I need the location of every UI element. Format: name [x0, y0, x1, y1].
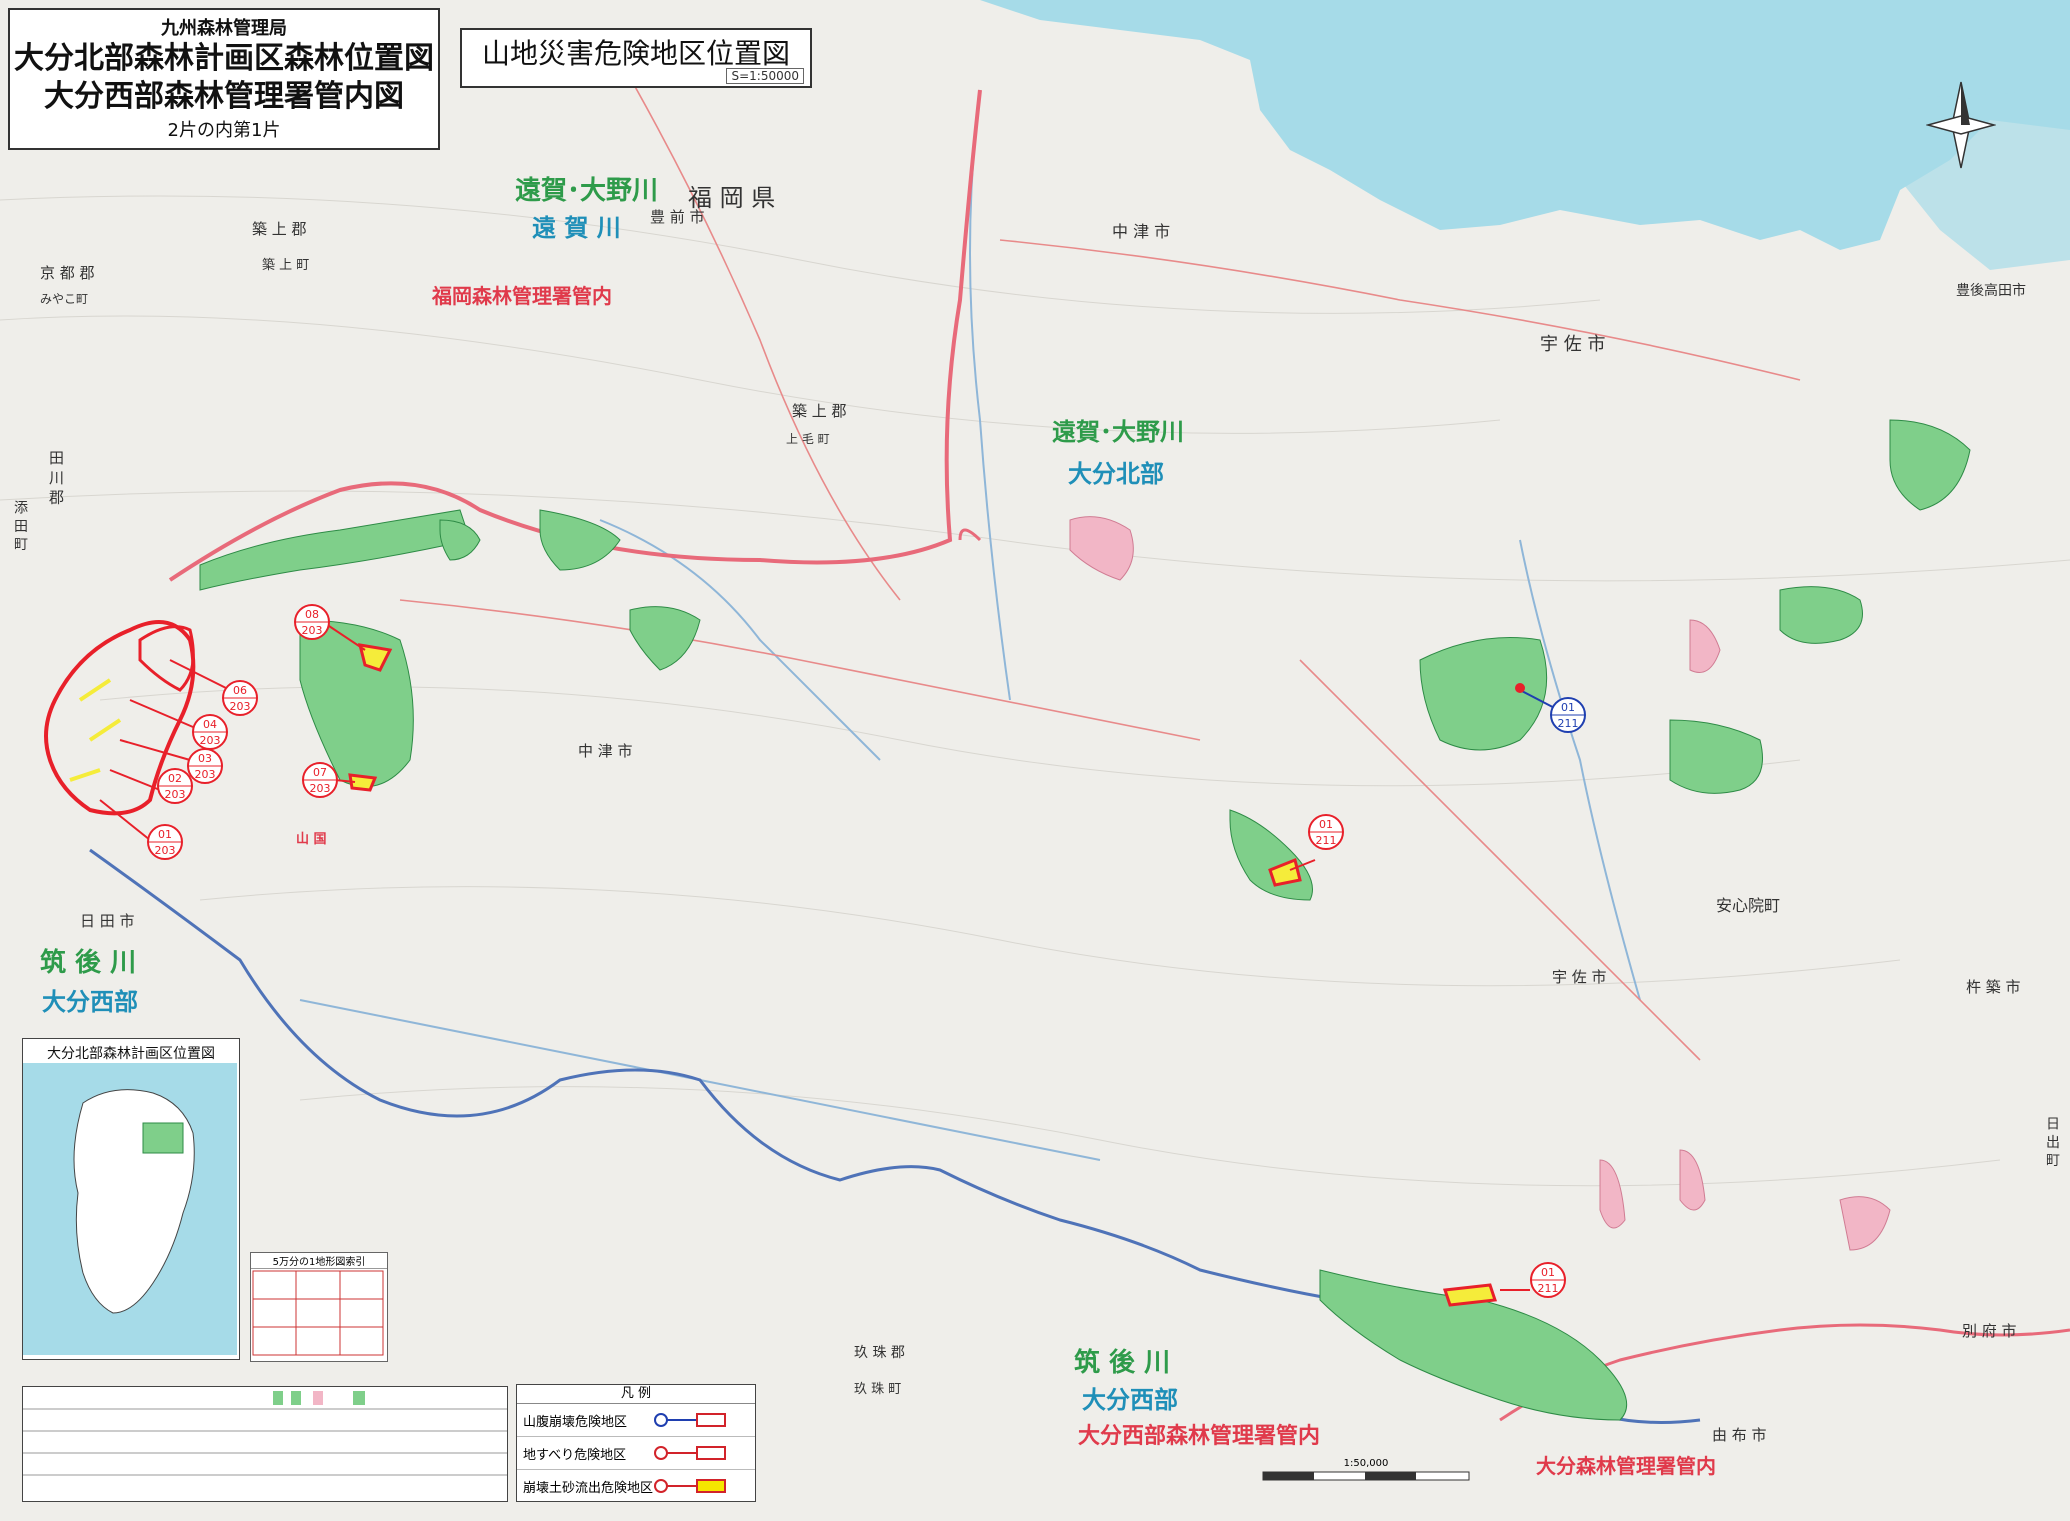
- place-label: 宇 佐 市: [1540, 334, 1606, 355]
- scale-bar-label: 1:50,000: [1343, 1458, 1389, 1469]
- place-label: 安心院町: [1716, 896, 1781, 915]
- map-heading-box: 山地災害危険地区位置図 S=1:50000: [460, 28, 812, 88]
- place-label: 山 国: [296, 832, 327, 847]
- place-label: 豊 前 市: [650, 208, 705, 226]
- scale-label: S=1:50000: [726, 68, 804, 84]
- map-title-line1: 大分北部森林計画区森林位置図: [14, 41, 434, 76]
- hazard-marker: 02 203: [157, 768, 193, 804]
- hazard-legend: 凡 例 山腹崩壊危険地区 地すべり危険地区 崩壊土砂流出危険地区: [516, 1384, 756, 1502]
- map-index-table: 5万分の1地形図索引: [250, 1252, 388, 1362]
- hazard-no: 203: [200, 734, 221, 747]
- hazard-no: 211: [1538, 1282, 1559, 1295]
- hazard-no: 203: [165, 788, 186, 801]
- symbol-legend: [22, 1386, 508, 1502]
- office-label: 福岡森林管理署管内: [432, 284, 612, 308]
- region-label: 筑 後 川: [1074, 1348, 1171, 1378]
- place-label: 由 布 市: [1712, 1426, 1767, 1444]
- hazard-id: 06: [233, 684, 247, 697]
- legend-symbol-blue: [654, 1413, 726, 1427]
- hazard-marker: 01 211: [1308, 814, 1344, 850]
- map-heading: 山地災害危険地区位置図: [481, 37, 790, 70]
- office-label: 大分森林管理署管内: [1536, 1454, 1716, 1478]
- place-label: 豊後高田市: [1956, 283, 2026, 299]
- office-name: 九州森林管理局: [161, 18, 287, 39]
- hazard-area-red: [1442, 1283, 1498, 1307]
- hazard-no: 203: [302, 624, 323, 637]
- hazard-marker: 03 203: [187, 748, 223, 784]
- region-label: 遠賀･大野川: [515, 176, 659, 206]
- hazard-no: 203: [195, 768, 216, 781]
- legend-row: 山腹崩壊危険地区: [517, 1404, 755, 1437]
- place-label: 築 上 郡: [792, 402, 847, 420]
- place-label: 添 田 町: [12, 500, 28, 551]
- hazard-id: 01: [1561, 701, 1575, 714]
- hazard-marker: 08 203: [294, 604, 330, 640]
- hazard-no: 203: [230, 700, 251, 713]
- sheet-label: 2片の内第1片: [167, 120, 281, 141]
- place-label: 田 川 郡: [47, 450, 65, 505]
- legend-heading: 凡 例: [517, 1385, 755, 1404]
- north-arrow-icon: [1926, 81, 1996, 169]
- hazard-no: 203: [155, 844, 176, 857]
- scale-bar: 1:50,000: [1262, 1458, 1470, 1486]
- title-box: 九州森林管理局 大分北部森林計画区森林位置図 大分西部森林管理署管内図 2片の内…: [8, 8, 440, 150]
- inset-location-map: 大分北部森林計画区位置図: [22, 1038, 240, 1360]
- scale-bar-graphic: [1262, 1471, 1470, 1481]
- hazard-no: 211: [1558, 717, 1579, 730]
- index-table-grid: [252, 1270, 384, 1356]
- symbol-legend-graphic: [23, 1391, 507, 1476]
- legend-row: 地すべり危険地区: [517, 1437, 755, 1470]
- hazard-no: 211: [1316, 834, 1337, 847]
- hazard-id: 04: [203, 718, 217, 731]
- place-label: 杵 築 市: [1966, 978, 2021, 996]
- hazard-id: 02: [168, 772, 182, 785]
- hazard-id: 01: [158, 828, 172, 841]
- map-title-line2: 大分西部森林管理署管内図: [44, 79, 404, 114]
- place-label: 京 都 郡: [40, 264, 95, 282]
- place-label: 築 上 郡: [252, 220, 307, 238]
- place-label: 日 出 町: [2044, 1116, 2060, 1167]
- hazard-no: 203: [310, 782, 331, 795]
- legend-label: 崩壊土砂流出危険地区: [523, 1480, 654, 1496]
- place-label: 上 毛 町: [786, 432, 830, 446]
- legend-symbol-yellow: [654, 1479, 726, 1493]
- legend-label: 山腹崩壊危険地区: [523, 1414, 628, 1430]
- hazard-id: 01: [1319, 818, 1333, 831]
- forest-area: [1779, 586, 1863, 644]
- region-label: 遠 賀 川: [532, 213, 621, 242]
- hazard-marker: 01 211: [1550, 697, 1586, 733]
- hazard-marker: 06 203: [222, 680, 258, 716]
- hazard-marker: 01 203: [147, 824, 183, 860]
- place-label: 築 上 町: [262, 258, 310, 273]
- hazard-id: 08: [305, 608, 319, 621]
- hazard-id: 03: [198, 752, 212, 765]
- place-label: 中 津 市: [578, 742, 633, 760]
- place-label: 中 津 市: [1112, 222, 1171, 241]
- place-label: 玖 珠 郡: [854, 1345, 905, 1361]
- hazard-marker: 01 211: [1530, 1262, 1566, 1298]
- region-label: 筑 後 川: [40, 948, 137, 978]
- hazard-id: 07: [313, 766, 327, 779]
- hazard-marker: 04 203: [192, 714, 228, 750]
- index-table-title: 5万分の1地形図索引: [251, 1253, 387, 1269]
- inset-title: 大分北部森林計画区位置図: [47, 1046, 215, 1062]
- place-label: 日 田 市: [80, 912, 135, 930]
- legend-row: 崩壊土砂流出危険地区: [517, 1470, 755, 1502]
- office-label: 大分西部森林管理署管内: [1078, 1423, 1321, 1449]
- place-label: みやこ町: [40, 292, 89, 306]
- region-label: 大分西部: [1082, 1385, 1178, 1414]
- region-label: 大分北部: [1068, 459, 1164, 488]
- place-label: 別 府 市: [1962, 1322, 2017, 1340]
- place-label: 宇 佐 市: [1552, 968, 1607, 986]
- inset-kyushu-map: [23, 1063, 237, 1355]
- hazard-id: 01: [1541, 1266, 1555, 1279]
- region-label: 遠賀･大野川: [1052, 417, 1184, 446]
- legend-label: 地すべり危険地区: [523, 1447, 627, 1463]
- region-label: 大分西部: [42, 987, 138, 1016]
- legend-symbol-red: [654, 1446, 726, 1460]
- hazard-marker: 07 203: [302, 762, 338, 798]
- place-label: 玖 珠 町: [854, 1382, 902, 1397]
